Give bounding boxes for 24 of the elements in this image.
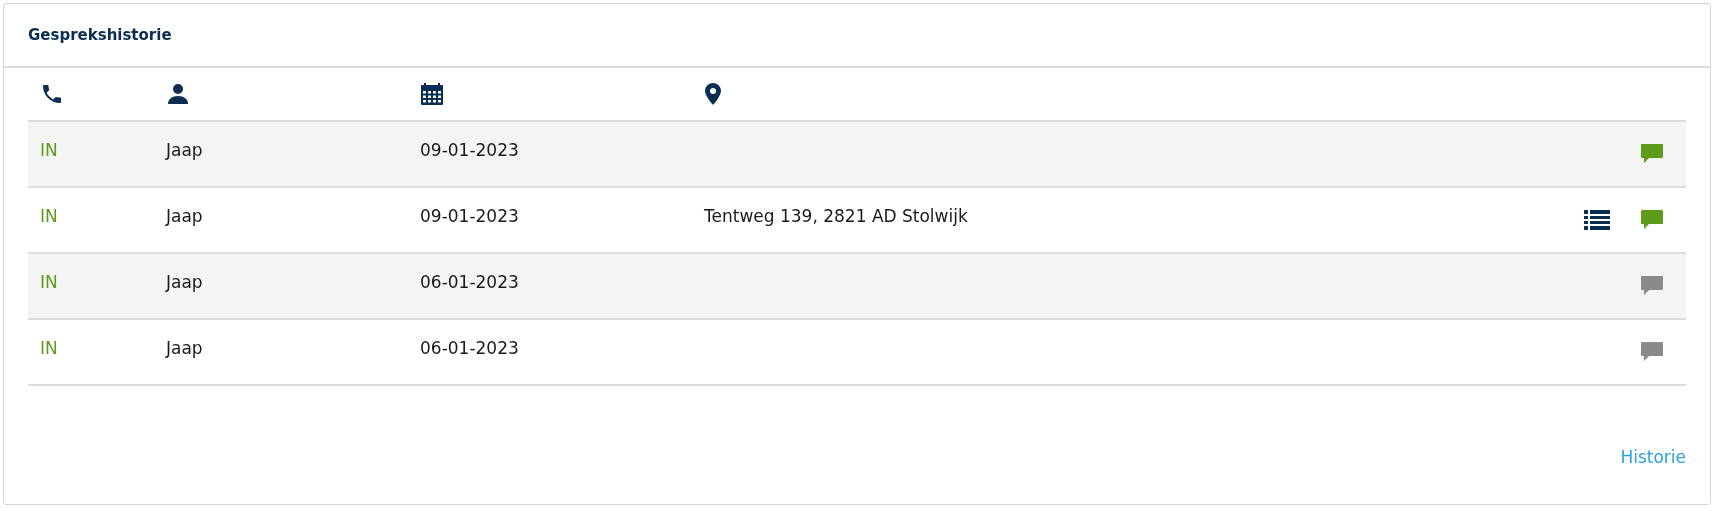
- location-pin-icon: [704, 82, 722, 106]
- call-date: 06-01-2023: [420, 338, 519, 359]
- direction-text: IN: [40, 338, 58, 359]
- caller-name: Jaap: [166, 338, 203, 359]
- phone-icon: [40, 82, 64, 106]
- direction-text: IN: [40, 206, 58, 227]
- call-date: 09-01-2023: [420, 140, 519, 161]
- person-icon: [166, 82, 190, 106]
- caller-name: Jaap: [166, 140, 203, 161]
- call-location: Tentweg 139, 2821 AD Stolwijk: [704, 206, 968, 227]
- call-date: 09-01-2023: [420, 206, 519, 227]
- call-date: 06-01-2023: [420, 272, 519, 293]
- direction-text: IN: [40, 140, 58, 161]
- calendar-icon: [420, 82, 444, 106]
- panel-title: Gesprekshistorie: [28, 24, 172, 46]
- direction-text: IN: [40, 272, 58, 293]
- caller-name: Jaap: [166, 206, 203, 227]
- history-link[interactable]: Historie: [1620, 444, 1686, 470]
- list-icon[interactable]: [1584, 209, 1610, 231]
- caller-name: Jaap: [166, 272, 203, 293]
- comment-icon[interactable]: [1640, 275, 1664, 297]
- comment-icon[interactable]: [1640, 341, 1664, 363]
- comment-icon[interactable]: [1640, 143, 1664, 165]
- comment-icon[interactable]: [1640, 209, 1664, 231]
